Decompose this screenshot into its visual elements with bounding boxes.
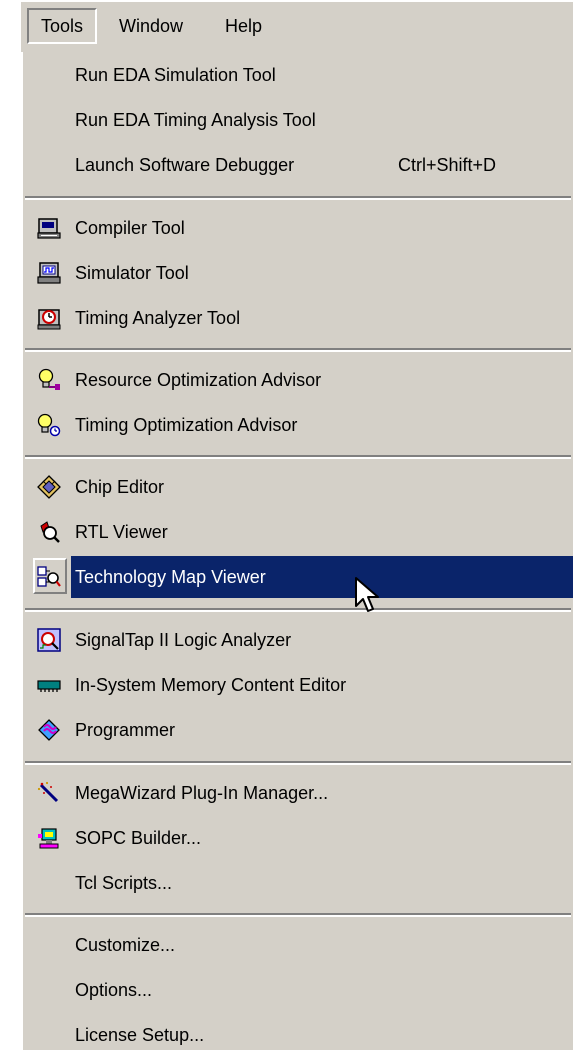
- menu-item-license-setup[interactable]: License Setup...: [23, 1012, 573, 1053]
- timing-advisor-icon: [37, 413, 61, 437]
- menu-item-tcl-scripts[interactable]: Tcl Scripts...: [23, 860, 573, 906]
- menu-item-timing-optimization-advisor[interactable]: Timing Optimization Advisor: [23, 402, 573, 448]
- menu-separator: [25, 348, 571, 352]
- menu-item-label: Compiler Tool: [75, 218, 185, 238]
- menu-item-sopc-builder[interactable]: SOPC Builder...: [23, 815, 573, 861]
- menu-item-label: Timing Analyzer Tool: [75, 308, 241, 328]
- menubar-tools[interactable]: Tools: [27, 8, 98, 44]
- menu-item-label: In-System Memory Content Editor: [75, 675, 347, 695]
- resource-advisor-icon: [38, 368, 60, 390]
- menu-item-label: Technology Map Viewer: [75, 567, 266, 587]
- menu-item-programmer[interactable]: Programmer: [23, 707, 573, 753]
- simulator-tool-icon: [37, 262, 61, 284]
- programmer-icon: [38, 719, 60, 741]
- compiler-tool-icon: [37, 218, 61, 239]
- menu-item-label: Timing Optimization Advisor: [75, 415, 298, 435]
- menu-item-shortcut: Ctrl+Shift+D: [398, 155, 497, 175]
- timing-analyzer-icon: [37, 309, 61, 330]
- menu-item-label: MegaWizard Plug-In Manager...: [75, 783, 329, 803]
- menu-bar: Tools Window Help: [21, 2, 573, 53]
- menu-item-options[interactable]: Options...: [23, 967, 573, 1013]
- menu-item-label: Options...: [75, 980, 153, 1000]
- menu-item-customize[interactable]: Customize...: [23, 922, 573, 968]
- menu-item-label: Run EDA Simulation Tool: [75, 65, 276, 85]
- menu-item-label: License Setup...: [75, 1025, 205, 1045]
- menu-item-label: SOPC Builder...: [75, 828, 202, 848]
- menu-separator: [25, 761, 571, 765]
- menu-item-label: Run EDA Timing Analysis Tool: [75, 110, 316, 130]
- menu-item-rtl-viewer[interactable]: RTL Viewer: [23, 509, 573, 555]
- menu-item-resource-optimization-advisor[interactable]: Resource Optimization Advisor: [23, 357, 573, 403]
- menu-item-chip-editor[interactable]: Chip Editor: [23, 464, 573, 510]
- menu-item-label: Simulator Tool: [75, 263, 189, 283]
- menu-item-in-system-memory-editor[interactable]: In-System Memory Content Editor: [23, 662, 573, 708]
- menu-item-launch-software-debugger[interactable]: Launch Software Debugger Ctrl+Shift+D: [23, 142, 573, 188]
- menu-item-label: Chip Editor: [75, 477, 165, 497]
- menu-item-label: Tcl Scripts...: [75, 873, 173, 893]
- menu-separator: [25, 455, 571, 459]
- menu-item-label: RTL Viewer: [75, 522, 168, 542]
- menu-item-label: Launch Software Debugger: [75, 155, 295, 175]
- menu-separator: [25, 913, 571, 917]
- menu-item-label: Resource Optimization Advisor: [75, 370, 322, 390]
- menu-item-compiler-tool[interactable]: Compiler Tool: [23, 205, 573, 251]
- menu-item-run-eda-timing[interactable]: Run EDA Timing Analysis Tool: [23, 97, 573, 143]
- menubar-window[interactable]: Window: [107, 8, 195, 44]
- rtl-viewer-icon: [40, 521, 60, 543]
- megawizard-icon: [37, 781, 59, 803]
- menu-item-label: Customize...: [75, 935, 176, 955]
- menu-separator: [25, 196, 571, 200]
- menu-item-signaltap[interactable]: SignalTap II Logic Analyzer: [23, 617, 573, 663]
- memory-editor-icon: [37, 680, 61, 692]
- menu-item-label: Programmer: [75, 720, 176, 740]
- menu-item-timing-analyzer-tool[interactable]: Timing Analyzer Tool: [23, 295, 573, 341]
- menu-item-megawizard[interactable]: MegaWizard Plug-In Manager...: [23, 770, 573, 816]
- menu-item-technology-map-viewer[interactable]: Technology Map Viewer: [23, 554, 573, 600]
- menu-item-simulator-tool[interactable]: Simulator Tool: [23, 250, 573, 296]
- mouse-cursor-icon: [355, 577, 379, 612]
- chip-editor-icon: [37, 475, 61, 499]
- signaltap-icon: [37, 628, 61, 652]
- technology-map-viewer-icon: [37, 566, 61, 587]
- tools-menu: Run EDA Simulation Tool Run EDA Timing A…: [21, 52, 573, 1050]
- menu-item-run-eda-simulation[interactable]: Run EDA Simulation Tool: [23, 52, 573, 98]
- sopc-builder-icon: [38, 828, 59, 849]
- menu-item-label: SignalTap II Logic Analyzer: [75, 630, 292, 650]
- menubar-help[interactable]: Help: [213, 8, 274, 44]
- menu-separator: [25, 608, 571, 612]
